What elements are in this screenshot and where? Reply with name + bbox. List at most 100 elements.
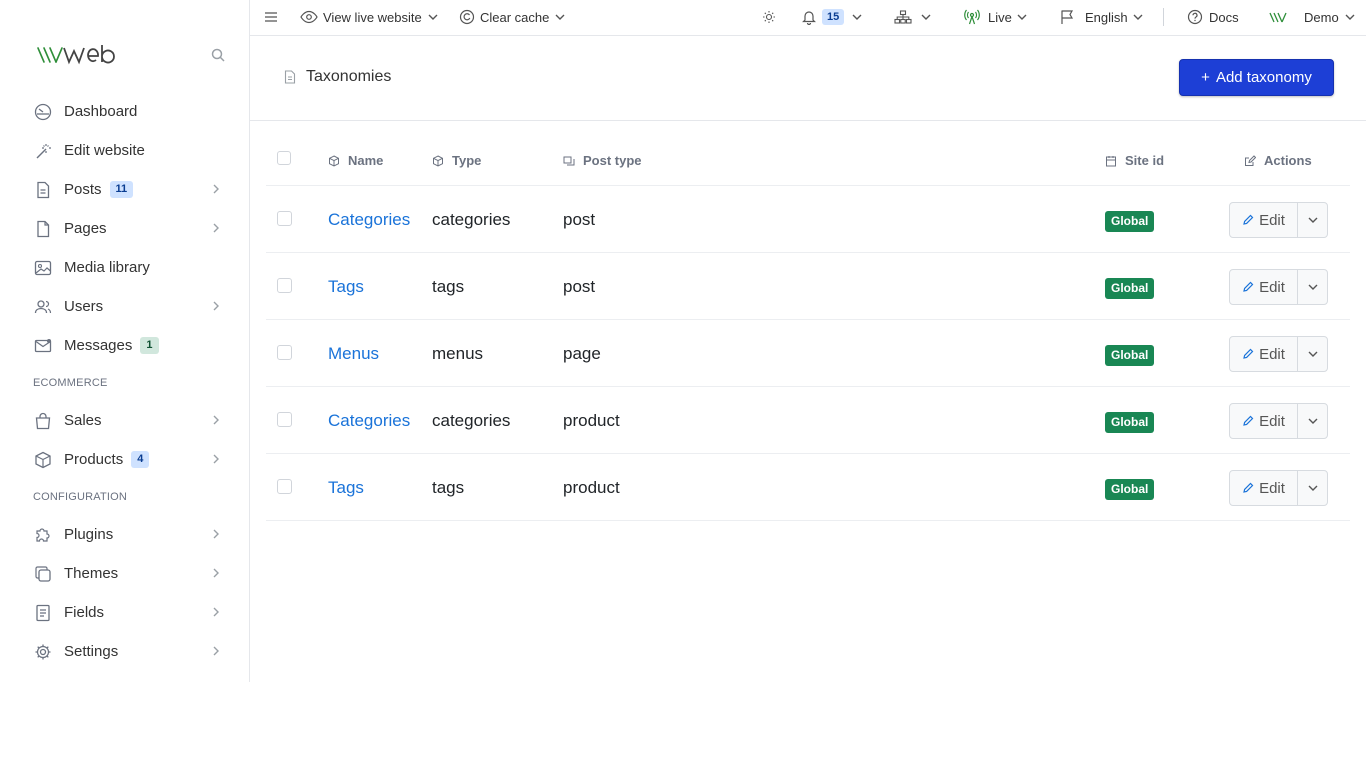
sidebar-item-sales[interactable]: Sales [0, 401, 249, 440]
chevron-right-icon [209, 452, 223, 466]
sites-button[interactable] [894, 0, 931, 34]
row-checkbox[interactable] [277, 278, 292, 293]
edit-label: Edit [1259, 211, 1285, 229]
row-checkbox[interactable] [277, 211, 292, 226]
user-menu-button[interactable]: Demo [1269, 0, 1355, 34]
taxonomy-type: menus [432, 344, 484, 363]
chevron-down-icon [1308, 351, 1317, 357]
edit-label: Edit [1259, 278, 1285, 296]
add-taxonomy-button[interactable]: + Add taxonomy [1179, 59, 1334, 96]
sidebar-item-dashboard[interactable]: Dashboard [0, 92, 249, 131]
sidebar-item-settings[interactable]: Settings [0, 632, 249, 671]
site-badge: Global [1105, 479, 1155, 500]
cube-icon [432, 154, 444, 167]
chevron-down-icon [1133, 13, 1143, 21]
taxonomy-type: categories [432, 411, 511, 430]
column-header-label: Post type [583, 153, 642, 168]
edit-label: Edit [1259, 479, 1285, 497]
puzzle-icon [33, 525, 53, 545]
row-dropdown-toggle[interactable] [1298, 337, 1327, 371]
row-actions: Edit [1229, 202, 1328, 238]
row-checkbox[interactable] [277, 479, 292, 494]
sidebar-item-posts[interactable]: Posts 11 [0, 170, 249, 209]
language-button[interactable]: English [1060, 0, 1143, 34]
page-title: Taxonomies [284, 68, 391, 86]
column-header-type[interactable]: Type [432, 153, 481, 168]
box-icon [33, 450, 53, 470]
taxonomy-name-link[interactable]: Categories [328, 210, 410, 230]
chevron-down-icon [1017, 13, 1027, 21]
sun-icon [762, 10, 776, 24]
layers-icon [33, 564, 53, 584]
chevron-down-icon [428, 13, 438, 21]
column-header-post-type[interactable]: Post type [563, 153, 642, 168]
row-dropdown-toggle[interactable] [1298, 471, 1327, 505]
taxonomy-name-link[interactable]: Tags [328, 277, 364, 297]
edit-button[interactable]: Edit [1230, 471, 1298, 505]
edit-button[interactable]: Edit [1230, 337, 1298, 371]
table-row[interactable]: Tags tags product Global Edit [266, 454, 1350, 521]
column-header-label: Name [348, 153, 384, 168]
add-taxonomy-label: Add taxonomy [1215, 69, 1312, 86]
taxonomies-table: Name Type Post type Site id Actions Cate [266, 140, 1350, 521]
column-header-site-id[interactable]: Site id [1105, 153, 1164, 168]
search-icon[interactable] [210, 47, 226, 63]
select-all-checkbox[interactable] [277, 151, 291, 165]
sidebar-item-users[interactable]: Users [0, 287, 249, 326]
brand-logo[interactable] [36, 38, 116, 70]
table-row[interactable]: Categories categories product Global Edi… [266, 387, 1350, 454]
sidebar-item-products[interactable]: Products 4 [0, 440, 249, 479]
chevron-right-icon [209, 182, 223, 196]
sidebar-item-label: Posts [64, 181, 102, 198]
image-icon [33, 258, 53, 278]
row-checkbox[interactable] [277, 345, 292, 360]
menu-toggle-button[interactable] [264, 0, 278, 34]
view-live-website-button[interactable]: View live website [300, 0, 438, 34]
page-title-text: Taxonomies [306, 68, 392, 85]
taxonomy-name-link[interactable]: Categories [328, 411, 410, 431]
taxonomy-name-link[interactable]: Tags [328, 478, 364, 498]
row-actions: Edit [1229, 269, 1328, 305]
table-row[interactable]: Categories categories post Global Edit [266, 186, 1350, 253]
live-status-button[interactable]: Live [964, 0, 1027, 34]
taxonomy-post-type: post [563, 210, 596, 229]
cube-icon [328, 154, 340, 167]
edit-button[interactable]: Edit [1230, 203, 1298, 237]
theme-toggle-button[interactable] [762, 0, 776, 34]
table-row[interactable]: Tags tags post Global Edit [266, 253, 1350, 320]
edit-button[interactable]: Edit [1230, 404, 1298, 438]
row-dropdown-toggle[interactable] [1298, 203, 1327, 237]
chevron-down-icon [1308, 485, 1317, 491]
page-icon [33, 219, 53, 239]
taxonomy-post-type: page [563, 344, 601, 363]
gear-icon [33, 642, 53, 662]
notifications-button[interactable]: 15 [802, 0, 862, 34]
docs-link[interactable]: Docs [1187, 0, 1239, 34]
sidebar-item-edit-website[interactable]: Edit website [0, 131, 249, 170]
sidebar-item-pages[interactable]: Pages [0, 209, 249, 248]
magic-wand-icon [33, 141, 53, 161]
row-checkbox[interactable] [277, 412, 292, 427]
sidebar-item-label: Fields [64, 604, 105, 621]
clear-cache-button[interactable]: Clear cache [459, 0, 565, 34]
chevron-down-icon [1345, 13, 1355, 21]
sidebar-item-fields[interactable]: Fields [0, 593, 249, 632]
docs-label: Docs [1209, 9, 1239, 25]
table-row[interactable]: Menus menus page Global Edit [266, 320, 1350, 387]
sidebar-item-media-library[interactable]: Media library [0, 248, 249, 287]
clear-cache-label: Clear cache [480, 9, 550, 25]
edit-button[interactable]: Edit [1230, 270, 1298, 304]
view-live-website-label: View live website [323, 9, 422, 25]
sidebar-item-messages[interactable]: Messages 1 [0, 326, 249, 365]
sidebar-item-themes[interactable]: Themes [0, 554, 249, 593]
taxonomy-name-link[interactable]: Menus [328, 344, 379, 364]
taxonomy-post-type: product [563, 411, 620, 430]
document-icon [284, 70, 298, 84]
sidebar-item-plugins[interactable]: Plugins [0, 515, 249, 554]
nav-heading-ecommerce: ECOMMERCE [33, 377, 108, 389]
row-dropdown-toggle[interactable] [1298, 270, 1327, 304]
taxonomy-type: tags [432, 478, 465, 497]
column-header-name[interactable]: Name [328, 153, 383, 168]
row-dropdown-toggle[interactable] [1298, 404, 1327, 438]
taxonomy-post-type: post [563, 277, 596, 296]
